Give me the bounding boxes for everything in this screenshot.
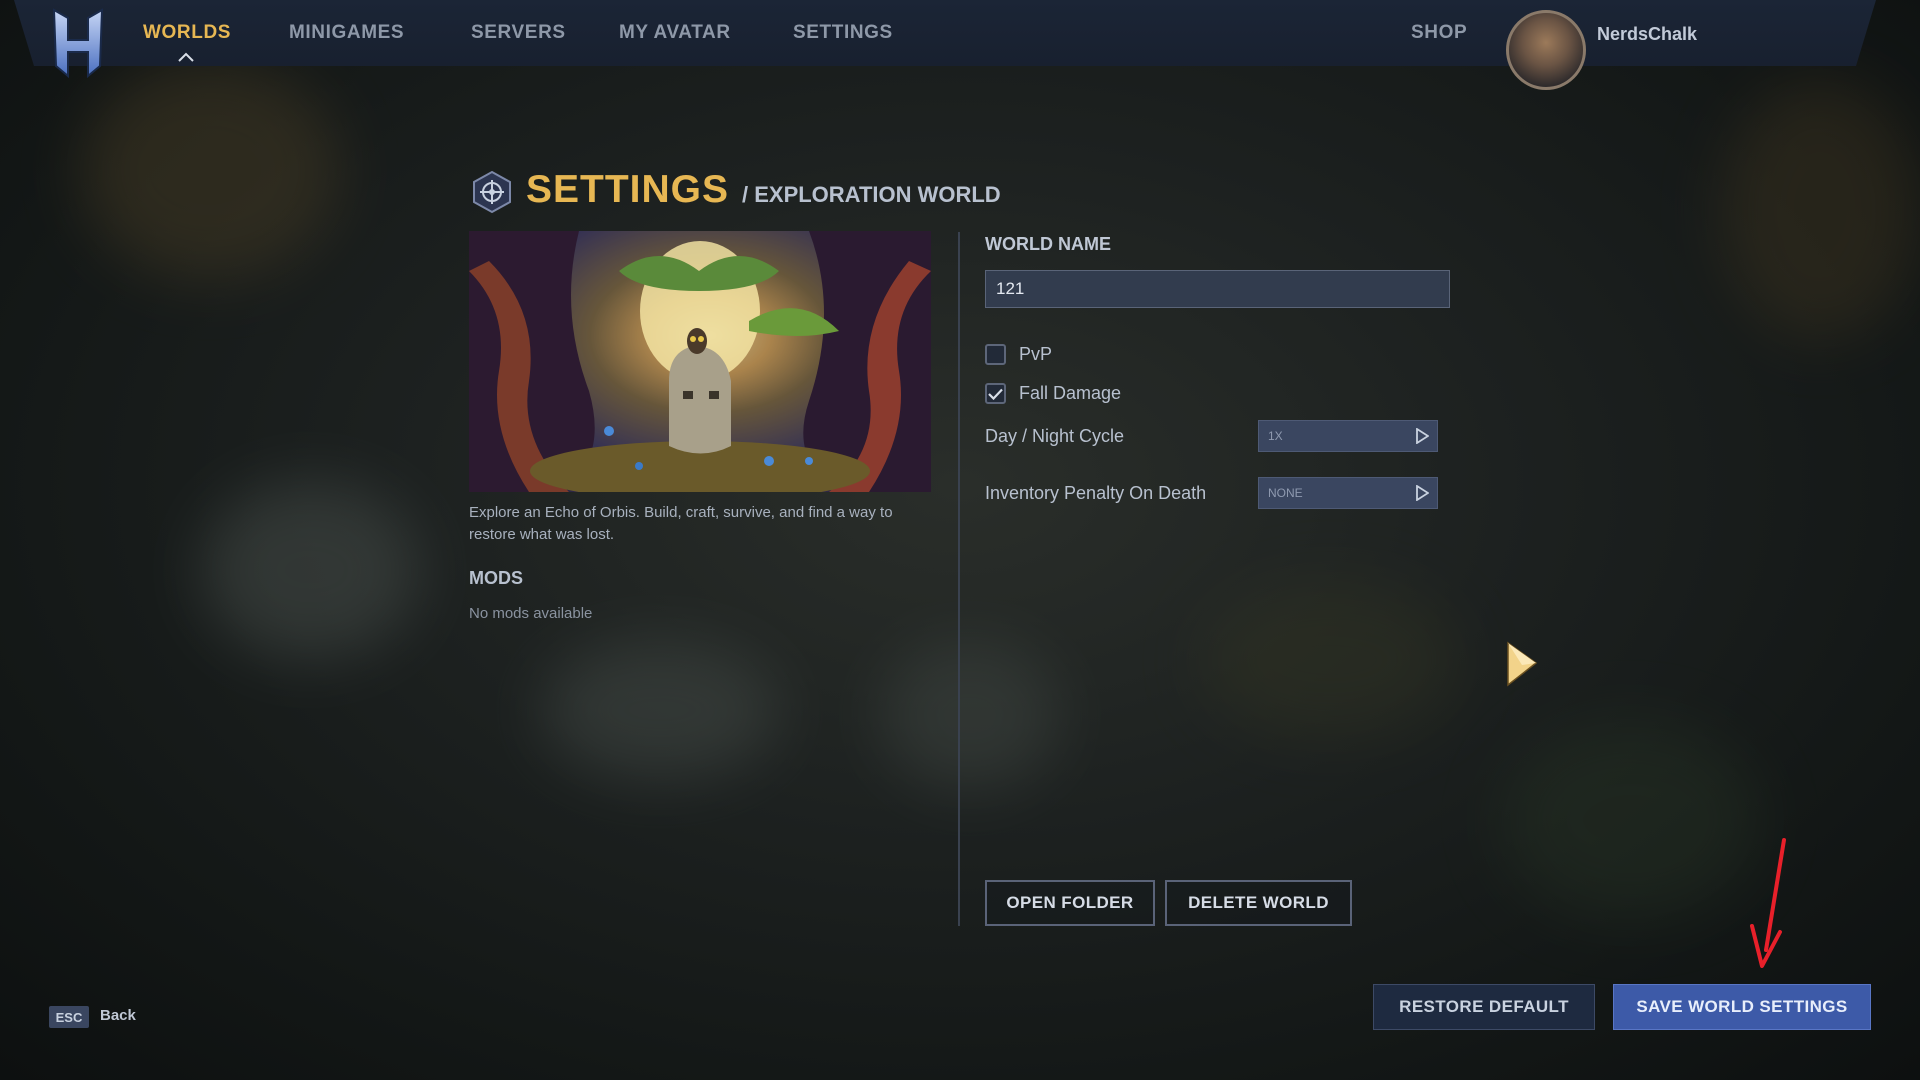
world-name-input[interactable] xyxy=(985,270,1450,308)
inventory-penalty-label: Inventory Penalty On Death xyxy=(985,483,1207,503)
mods-heading: MODS xyxy=(469,568,523,588)
delete-world-button[interactable]: DELETE WORLD xyxy=(1165,880,1352,926)
fall-damage-label: Fall Damage xyxy=(1019,383,1122,403)
background-blur xyxy=(1500,720,1760,920)
username[interactable]: NerdsChalk xyxy=(1597,24,1697,45)
restore-default-button[interactable]: RESTORE DEFAULT xyxy=(1373,984,1595,1030)
back-label[interactable]: Back xyxy=(100,1007,136,1024)
nav-tab-my-avatar[interactable]: MY AVATAR xyxy=(619,22,731,44)
column-divider xyxy=(958,232,960,926)
background-blur xyxy=(1720,80,1920,340)
open-folder-button[interactable]: OPEN FOLDER xyxy=(985,880,1155,926)
game-logo-icon[interactable] xyxy=(48,6,108,84)
day-night-cycle-select[interactable]: 1X xyxy=(1258,420,1438,452)
avatar[interactable] xyxy=(1506,10,1586,90)
page-subtitle: / EXPLORATION WORLD xyxy=(742,182,1001,207)
background-blur xyxy=(200,480,420,660)
save-world-settings-button[interactable]: SAVE WORLD SETTINGS xyxy=(1613,984,1871,1030)
pvp-option[interactable]: PvP xyxy=(985,344,1052,365)
mods-empty-text: No mods available xyxy=(469,605,593,622)
annotation-arrow-icon xyxy=(1750,838,1786,968)
world-name-label: WORLD NAME xyxy=(985,234,1111,254)
nav-tab-settings[interactable]: SETTINGS xyxy=(793,22,893,44)
settings-emblem-icon xyxy=(473,170,511,214)
mouse-cursor-icon xyxy=(1507,641,1538,687)
world-description: Explore an Echo of Orbis. Build, craft, … xyxy=(469,504,893,543)
background-blur xyxy=(1200,580,1460,740)
pvp-label: PvP xyxy=(1019,344,1053,364)
inventory-penalty-value: NONE xyxy=(1268,486,1303,500)
background-blur xyxy=(880,640,1060,790)
day-night-cycle-value: 1X xyxy=(1268,429,1283,443)
world-preview-image xyxy=(469,231,931,492)
active-tab-caret-icon xyxy=(178,52,194,62)
pvp-checkbox[interactable] xyxy=(985,344,1006,365)
play-arrow-icon[interactable] xyxy=(1415,428,1429,444)
inventory-penalty-select[interactable]: NONE xyxy=(1258,477,1438,509)
day-night-cycle-label: Day / Night Cycle xyxy=(985,426,1125,446)
checkmark-icon xyxy=(988,388,1003,400)
background-blur xyxy=(540,640,780,780)
fall-damage-checkbox[interactable] xyxy=(985,383,1006,404)
nav-shop[interactable]: SHOP xyxy=(1411,22,1467,44)
background-blur xyxy=(80,60,340,280)
esc-key-badge[interactable]: ESC xyxy=(49,1006,89,1028)
nav-tab-worlds[interactable]: WORLDS xyxy=(143,22,231,44)
play-arrow-icon[interactable] xyxy=(1415,485,1429,501)
nav-tab-minigames[interactable]: MINIGAMES xyxy=(289,22,404,44)
nav-tab-servers[interactable]: SERVERS xyxy=(471,22,566,44)
fall-damage-option[interactable]: Fall Damage xyxy=(985,383,1121,404)
page-title: SETTINGS xyxy=(526,168,730,211)
